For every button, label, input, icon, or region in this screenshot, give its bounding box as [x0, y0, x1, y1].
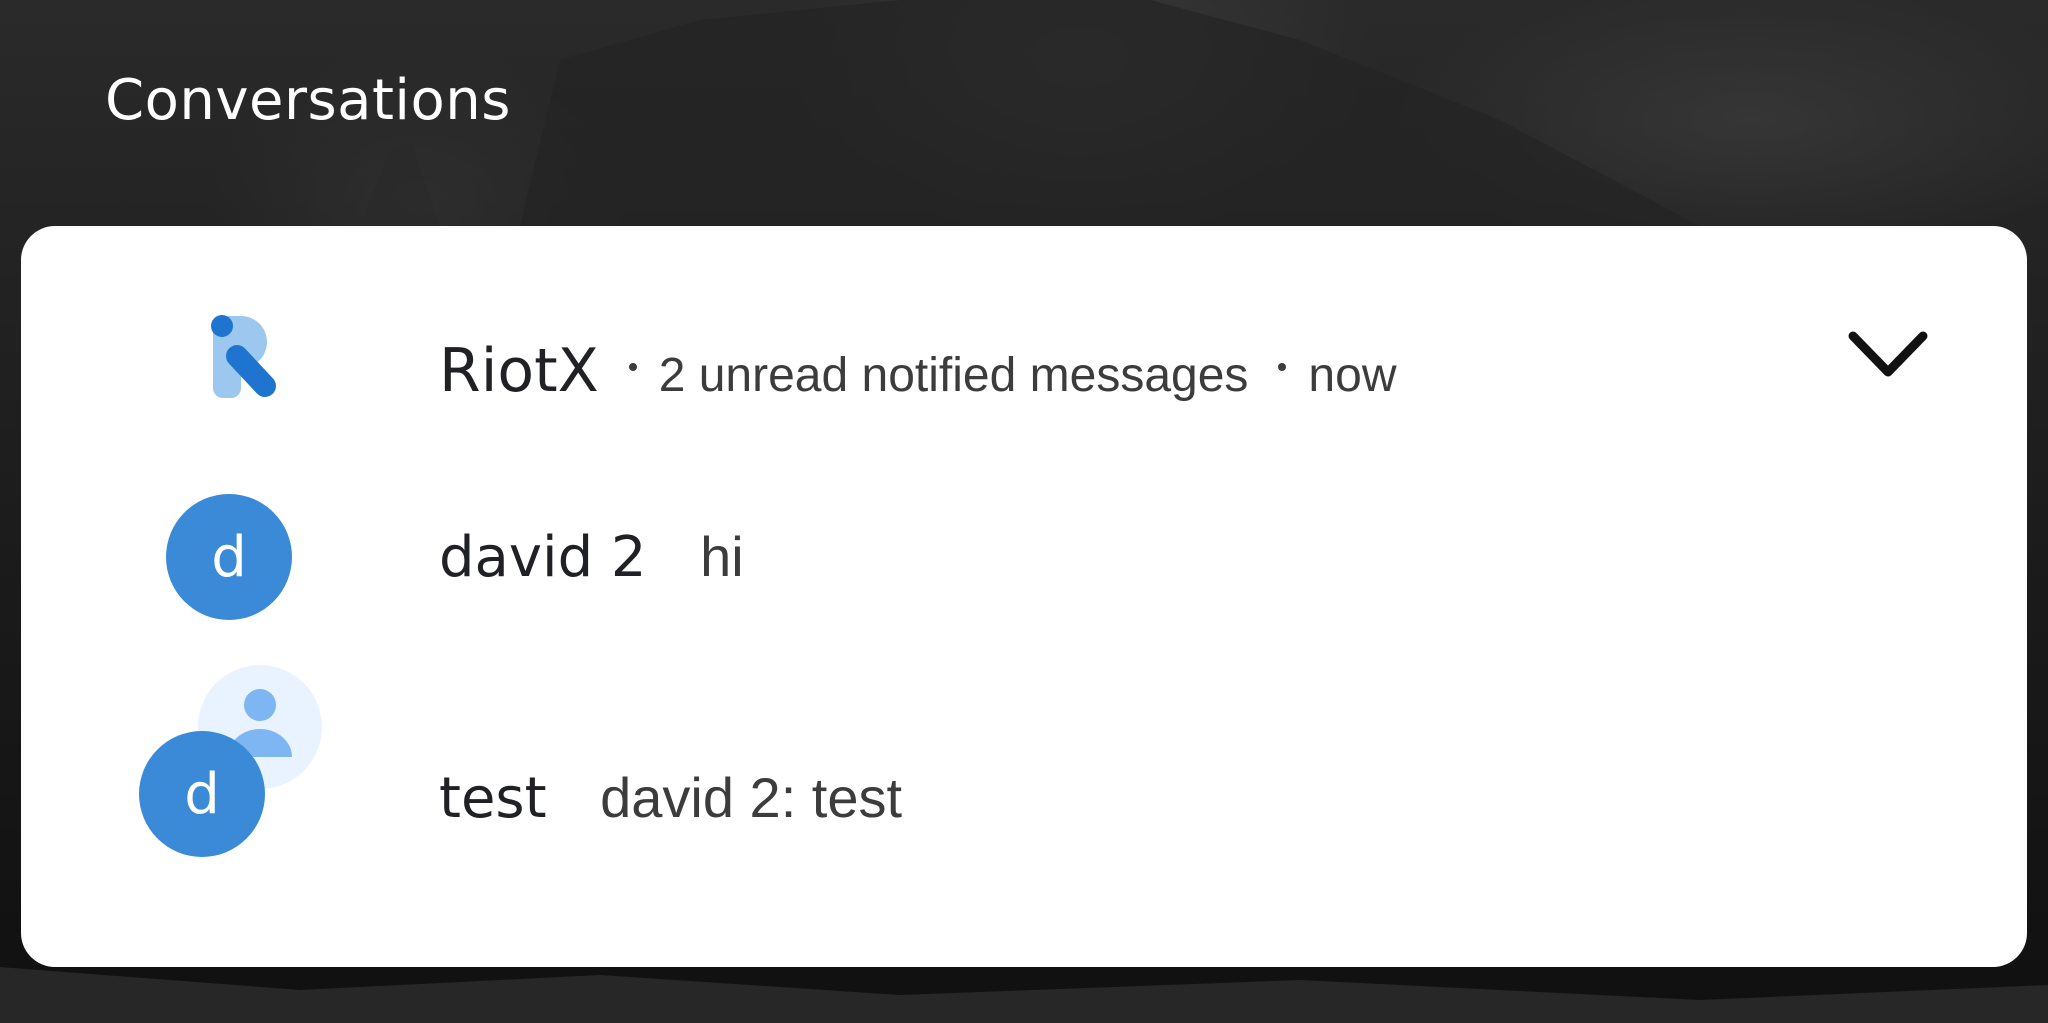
notification-time: now: [1308, 349, 1397, 402]
message-body: hi: [700, 525, 744, 588]
message-sender: david 2: [439, 525, 647, 590]
message-text: test david 2: test: [439, 765, 902, 831]
separator-dot: [628, 363, 637, 371]
notification-header-text: RiotX 2 unread notified messages now: [439, 336, 1396, 406]
notification-header[interactable]: RiotX 2 unread notified messages now: [21, 306, 2027, 406]
separator-dot: [1278, 363, 1287, 371]
message-sender: test: [439, 766, 547, 831]
app-name: RiotX: [439, 336, 599, 406]
notification-card[interactable]: RiotX 2 unread notified messages now d d…: [21, 226, 2027, 967]
notification-summary: 2 unread notified messages: [658, 349, 1249, 402]
message-item[interactable]: d test david 2: test: [21, 665, 2027, 857]
section-title: Conversations: [105, 68, 511, 133]
avatar: d: [166, 494, 292, 620]
chevron-down-icon[interactable]: [1845, 326, 1931, 382]
message-body: david 2: test: [600, 766, 903, 829]
message-text: david 2 hi: [439, 524, 744, 590]
avatar: d: [139, 731, 265, 857]
riotx-logo-icon: [211, 315, 276, 398]
message-item[interactable]: d david 2 hi: [21, 494, 2027, 624]
